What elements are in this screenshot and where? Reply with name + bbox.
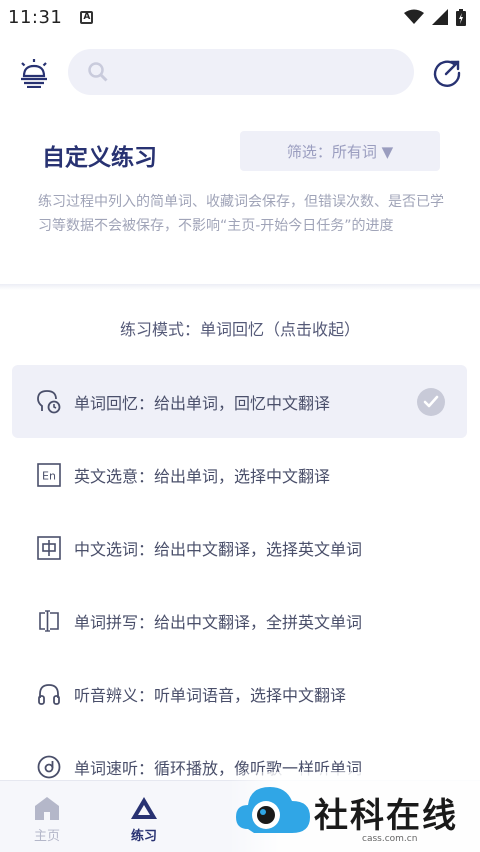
mode-item-label: 英文选意：给出单词，选择中文翻译 xyxy=(74,466,331,486)
mode-section-toggle[interactable]: 练习模式：单词回忆（点击收起） xyxy=(0,316,480,340)
status-bar: 11:31 A xyxy=(0,0,480,34)
watermark-logo-icon xyxy=(236,787,310,833)
check-icon xyxy=(417,387,445,416)
battery-icon xyxy=(456,8,466,26)
signal-icon xyxy=(432,9,448,25)
external-link-icon[interactable] xyxy=(432,58,462,88)
nav-home[interactable]: 主页 xyxy=(17,795,77,844)
search-bar[interactable] xyxy=(68,49,414,95)
en-icon: En xyxy=(36,462,62,488)
practice-triangle-icon xyxy=(131,797,157,819)
top-bar xyxy=(0,46,480,100)
wifi-icon xyxy=(404,9,424,24)
search-icon xyxy=(88,62,108,82)
mode-item-label: 听音辨义：听单词语音，选择中文翻译 xyxy=(74,685,347,705)
mode-item-word-recall[interactable]: 单词回忆：给出单词，回忆中文翻译 xyxy=(12,365,467,438)
filter-dropdown[interactable]: 筛选：所有词 ▼ xyxy=(240,131,440,171)
mode-list: 单词回忆：给出单词，回忆中文翻译 En 英文选意：给出单词，选择中文翻译 中文选… xyxy=(12,365,467,803)
nav-home-label: 主页 xyxy=(33,829,60,844)
practice-description: 练习过程中列入的简单词、收藏词会保存，但错误次数、是否已学习等数据不会被保存，不… xyxy=(38,194,444,234)
mode-item-listening[interactable]: 听音辨义：听单词语音，选择中文翻译 xyxy=(12,657,467,730)
svg-text:En: En xyxy=(42,469,56,482)
zhong-icon xyxy=(36,535,62,561)
home-icon xyxy=(35,797,59,820)
status-time: 11:31 xyxy=(8,6,63,28)
alarm-light-icon[interactable] xyxy=(18,58,50,88)
nav-practice-label: 练习 xyxy=(130,829,157,844)
page-title: 自定义练习 xyxy=(42,145,157,171)
watermark: 社科在线 cass.com.cn xyxy=(228,772,480,852)
notification-a-icon: A xyxy=(80,10,94,24)
status-icons xyxy=(404,8,466,26)
mode-item-spelling[interactable]: 单词拼写：给出中文翻译，全拼英文单词 xyxy=(12,584,467,657)
headphones-icon xyxy=(36,681,62,707)
nav-practice[interactable]: 练习 xyxy=(114,795,174,844)
section-divider xyxy=(0,284,480,290)
disc-icon xyxy=(36,754,62,780)
mode-item-label: 单词拼写：给出中文翻译，全拼英文单词 xyxy=(74,612,363,632)
text-cursor-icon xyxy=(36,608,62,634)
mode-item-en-choose[interactable]: En 英文选意：给出单词，选择中文翻译 xyxy=(12,438,467,511)
search-input[interactable] xyxy=(118,63,398,81)
mode-item-zh-choose[interactable]: 中文选词：给出中文翻译，选择英文单词 xyxy=(12,511,467,584)
brain-clock-icon xyxy=(36,389,62,415)
watermark-sub: cass.com.cn xyxy=(362,834,418,844)
mode-item-label: 中文选词：给出中文翻译，选择英文单词 xyxy=(74,539,363,559)
watermark-text: 社科在线 xyxy=(314,795,458,836)
mode-item-label: 单词回忆：给出单词，回忆中文翻译 xyxy=(74,393,331,413)
